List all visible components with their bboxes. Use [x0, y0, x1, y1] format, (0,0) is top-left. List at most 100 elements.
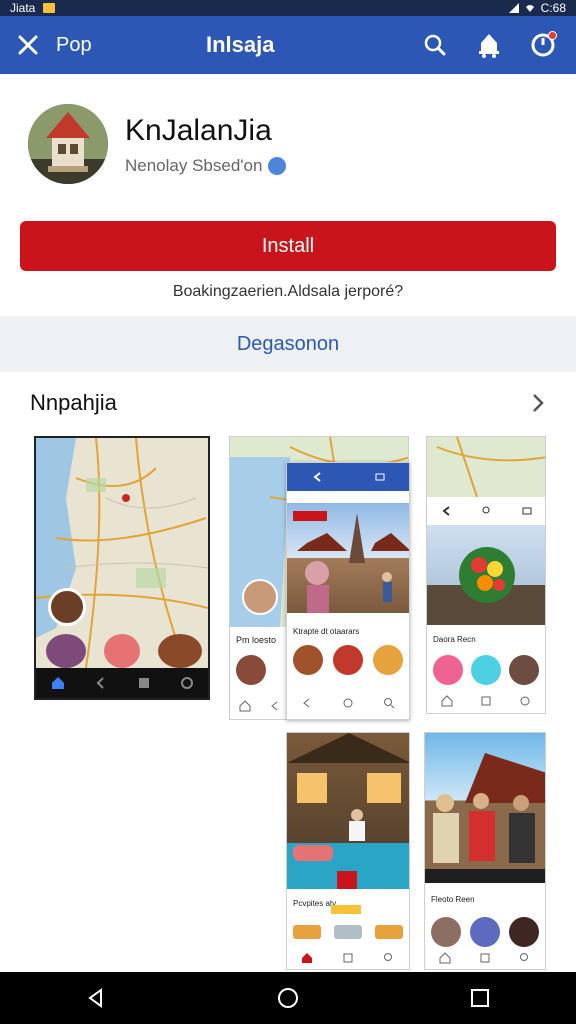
home-icon [302, 953, 313, 963]
search-icon [383, 953, 392, 961]
menu-icon [522, 507, 532, 515]
food-thumb [375, 925, 403, 939]
close-button[interactable] [0, 16, 56, 74]
screenshot-6[interactable]: Fleoto Reen [424, 732, 546, 970]
caption-row: Ktrapte dt otaarars [293, 627, 403, 636]
screenshot-nav [230, 693, 290, 719]
app-notification-icon [43, 3, 56, 13]
home-icon [239, 700, 251, 712]
close-icon [18, 35, 38, 55]
food-row [236, 655, 288, 685]
install-note: Boakingzaerien.Aldsala jerporé? [172, 283, 404, 300]
install-button[interactable]: Install [20, 221, 556, 271]
nav-back-icon[interactable] [84, 986, 108, 1010]
food-thumb [333, 645, 363, 675]
resort-photo [287, 733, 409, 889]
map-preview [36, 438, 208, 668]
temple-photo [287, 503, 409, 613]
resort-graphic [287, 733, 409, 889]
map-graphic [436, 437, 545, 497]
mini-app-bar [287, 463, 409, 491]
screenshot-caption: Fleoto Reen [431, 895, 475, 904]
food-thumb [334, 925, 362, 939]
caption-row: Daora Recn [433, 635, 539, 644]
food-thumb [46, 634, 86, 668]
chevron-right-icon[interactable] [528, 390, 548, 416]
circle-icon [343, 698, 353, 708]
food-thumb [470, 917, 500, 947]
back-label[interactable]: Pop [56, 34, 206, 57]
developer-name[interactable]: Nenolay Sbsed'on [125, 156, 262, 176]
screenshot-nav [287, 689, 409, 717]
home-icon [439, 952, 451, 964]
group-graphic [425, 753, 545, 883]
food-thumb [373, 645, 403, 675]
screenshot-caption: Pcvpites atv [293, 899, 337, 908]
screenshot-nav [425, 947, 545, 969]
food-thumb [431, 917, 461, 947]
food-thumb [509, 917, 539, 947]
page-title: Inlsaja [206, 32, 275, 57]
app-header: KnJalanJia Nenolay Sbsed'on [0, 74, 576, 214]
tab-description[interactable]: Degasonon [0, 316, 576, 372]
screenshots-title: Nnpahjia [30, 390, 117, 415]
square-icon [138, 678, 149, 688]
offering-photo [427, 525, 545, 625]
banner-badge [331, 905, 361, 914]
screenshot-4[interactable]: Daora Recn [426, 436, 546, 714]
app-bar: Pop Inlsaja [0, 16, 576, 74]
back-icon [313, 472, 321, 482]
system-nav-bar [0, 972, 576, 1024]
food-thumb [104, 634, 140, 668]
search-button[interactable] [420, 30, 450, 60]
search-icon [424, 34, 446, 56]
circle-icon [180, 677, 193, 689]
back-icon [96, 677, 104, 689]
screenshot-nav [36, 668, 208, 698]
food-row [433, 655, 539, 685]
mini-app-bar [427, 499, 545, 523]
screenshot-caption: Pm loesto [236, 635, 277, 645]
food-thumb [471, 655, 501, 685]
notifications-button[interactable] [528, 30, 558, 60]
menu-icon [375, 473, 385, 481]
screenshot-nav [287, 947, 409, 969]
home-icon [441, 695, 453, 707]
temple-graphic [293, 511, 409, 613]
alerts-button[interactable] [474, 30, 504, 60]
square-icon [481, 696, 491, 706]
screenshot-1[interactable] [34, 436, 210, 700]
offering-graphic [427, 547, 545, 625]
square-icon [343, 953, 353, 963]
app-developer: Nenolay Sbsed'on [125, 156, 287, 176]
group-photo [425, 733, 545, 883]
temple-logo-icon [28, 104, 108, 184]
food-thumb [509, 655, 539, 685]
caption-row: Fleoto Reen [431, 895, 539, 904]
search-icon [383, 698, 394, 709]
screenshot-caption: Daora Recn [433, 635, 476, 644]
screenshot-3[interactable]: Ktrapte dt otaarars [286, 462, 410, 720]
back-icon [271, 701, 278, 711]
back-icon [442, 506, 450, 516]
signal-icon [508, 3, 519, 13]
back-icon [303, 698, 310, 708]
food-thumb [293, 925, 321, 939]
food-row [293, 645, 403, 675]
status-right-text: C:68 [540, 1, 566, 15]
verified-icon [268, 157, 287, 175]
search-icon [482, 506, 490, 514]
food-thumb [236, 655, 266, 685]
app-icon [28, 104, 108, 184]
screenshot-5[interactable]: Pcvpites atv [286, 732, 410, 970]
square-icon [480, 953, 490, 963]
food-row [431, 917, 539, 947]
search-icon [520, 953, 528, 961]
food-thumb [48, 588, 86, 626]
nav-recents-icon[interactable] [468, 986, 492, 1010]
map-preview [427, 437, 545, 497]
notification-badge [548, 31, 557, 40]
app-name: KnJalanJia [125, 114, 272, 147]
status-left-text: Jiata [10, 1, 36, 15]
nav-home-icon[interactable] [276, 986, 300, 1010]
